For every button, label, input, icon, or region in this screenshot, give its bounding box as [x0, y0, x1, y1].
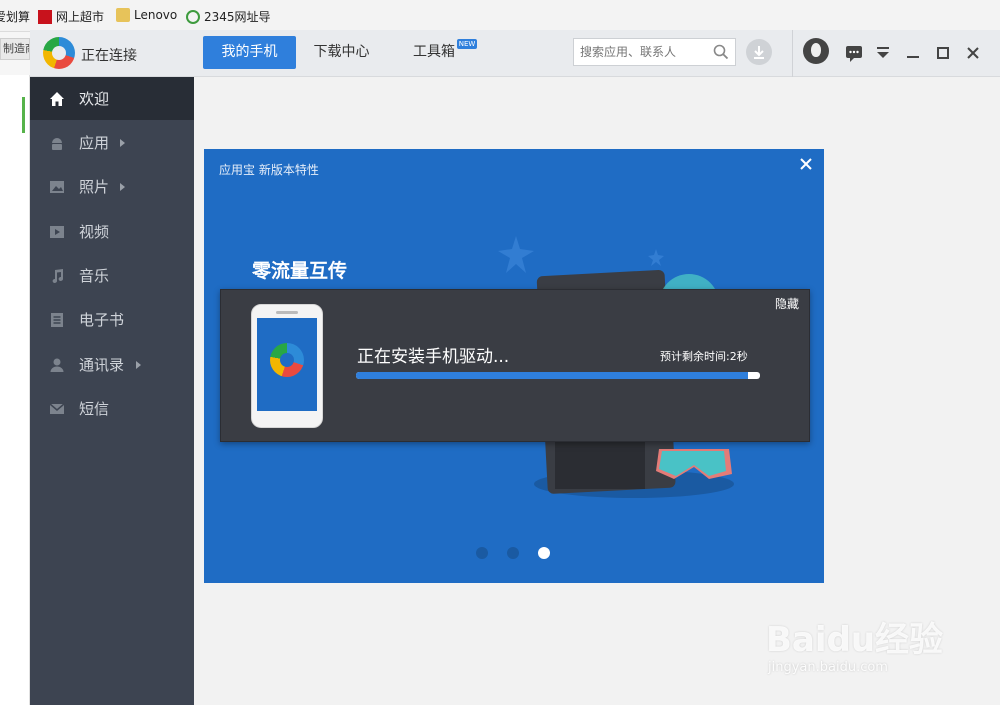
tab-my-phone[interactable]: 我的手机 [203, 36, 296, 69]
sidebar-item-photos[interactable]: 照片 [30, 165, 194, 208]
header-divider [792, 30, 793, 77]
tab-download-center[interactable]: 下载中心 [305, 36, 378, 69]
install-message: 正在安装手机驱动... [357, 347, 510, 367]
feature-heading: 零流量互传 [252, 260, 348, 282]
install-progress-bar [356, 372, 760, 379]
sidebar-item-ebooks[interactable]: 电子书 [30, 298, 194, 341]
app-logo-icon [270, 343, 304, 377]
phone-screen [257, 318, 317, 411]
chevron-right-icon [120, 182, 125, 191]
tab-toolbox[interactable]: 工具箱 [404, 36, 464, 69]
browser-page [0, 75, 30, 705]
sidebar-item-label: 欢迎 [79, 90, 110, 108]
connection-status: 正在连接 [81, 48, 137, 64]
popup-close-icon[interactable] [798, 156, 814, 172]
nav-site-icon [186, 9, 200, 24]
sidebar-item-label: 视频 [79, 223, 110, 241]
remaining-time: 预计剩余时间:2秒 [660, 350, 748, 363]
bookmark-item[interactable]: 网上超市 [38, 8, 104, 25]
bookmark-label: Lenovo [134, 8, 178, 22]
bookmark-item[interactable]: 爱划算 [0, 8, 30, 25]
bookmark-label: 爱划算 [0, 10, 31, 24]
sidebar-item-music[interactable]: 音乐 [30, 254, 194, 297]
chevron-right-icon [120, 138, 125, 147]
dropdown-menu-icon[interactable] [872, 42, 894, 64]
close-icon[interactable] [962, 42, 984, 64]
bookmark-item[interactable]: 2345网址导 [186, 8, 271, 25]
red-bookmark-icon [38, 9, 52, 24]
search-icon[interactable] [713, 44, 729, 60]
folder-icon [116, 8, 130, 22]
sidebar-item-contacts[interactable]: 通讯录 [30, 343, 194, 386]
sidebar-item-label: 照片 [79, 178, 110, 196]
sidebar-item-label: 音乐 [79, 267, 110, 285]
sidebar-item-welcome[interactable]: 欢迎 [30, 77, 194, 120]
photo-icon [50, 180, 64, 193]
search-box [573, 38, 736, 66]
sidebar-item-apps[interactable]: 应用 [30, 121, 194, 164]
bookmarks-bar: 爱划算 网上超市 Lenovo 2345网址导 [0, 0, 1000, 32]
minimize-icon[interactable] [902, 42, 924, 64]
install-progress-fill [356, 372, 748, 379]
carousel-dot-active[interactable] [538, 547, 550, 559]
popup-title: 应用宝 新版本特性 [219, 163, 319, 177]
driver-install-panel: 隐藏 正在安装手机驱动... 预计剩余时间:2秒 [220, 289, 810, 442]
sidebar: 欢迎 应用 照片 视频 音乐 电子书 通讯录 短信 [30, 77, 194, 705]
browser-tab[interactable]: 制造商 [0, 38, 30, 60]
carousel-dot[interactable] [507, 547, 519, 559]
browser-tab-label: 制造商 [3, 42, 29, 55]
book-icon [51, 312, 63, 327]
app-header: 正在连接 我的手机 下载中心 工具箱 NEW [30, 30, 1000, 77]
search-input[interactable] [574, 39, 704, 65]
sidebar-item-label: 应用 [79, 134, 110, 152]
bookmark-label: 2345网址导 [204, 10, 271, 24]
sidebar-item-label: 通讯录 [79, 356, 125, 374]
sidebar-item-sms[interactable]: 短信 [30, 387, 194, 430]
tab-label: 我的手机 [221, 44, 278, 60]
sidebar-item-label: 短信 [79, 400, 110, 418]
green-bar [22, 97, 25, 133]
android-icon [52, 137, 62, 150]
app-logo-icon [43, 37, 75, 69]
message-icon[interactable] [843, 42, 865, 64]
new-badge: NEW [457, 39, 477, 49]
video-icon [50, 225, 64, 238]
carousel-dots [476, 547, 550, 559]
maximize-icon[interactable] [932, 42, 954, 64]
baidu-watermark-url: jingyan.baidu.com [768, 660, 888, 675]
tab-label: 工具箱 [413, 44, 455, 60]
baidu-watermark: Baidu经验 [766, 620, 944, 660]
sidebar-item-videos[interactable]: 视频 [30, 210, 194, 253]
sidebar-item-label: 电子书 [79, 311, 125, 329]
contacts-icon [50, 358, 64, 372]
app-window: 正在连接 我的手机 下载中心 工具箱 NEW 搜索应用、联系人 欢迎 应用 照片… [30, 30, 1000, 705]
user-avatar[interactable] [803, 38, 829, 64]
phone-speaker [276, 311, 298, 314]
tab-label: 下载中心 [313, 44, 370, 60]
download-button[interactable] [746, 39, 772, 65]
bookmark-item[interactable]: Lenovo [116, 8, 177, 22]
home-icon [50, 91, 64, 106]
download-icon [754, 46, 764, 59]
sms-icon [49, 402, 65, 414]
chevron-right-icon [136, 360, 141, 369]
phone-illustration [251, 304, 323, 428]
hide-button[interactable]: 隐藏 [775, 295, 799, 312]
music-icon [52, 268, 63, 283]
carousel-dot[interactable] [476, 547, 488, 559]
bookmark-label: 网上超市 [56, 10, 105, 24]
